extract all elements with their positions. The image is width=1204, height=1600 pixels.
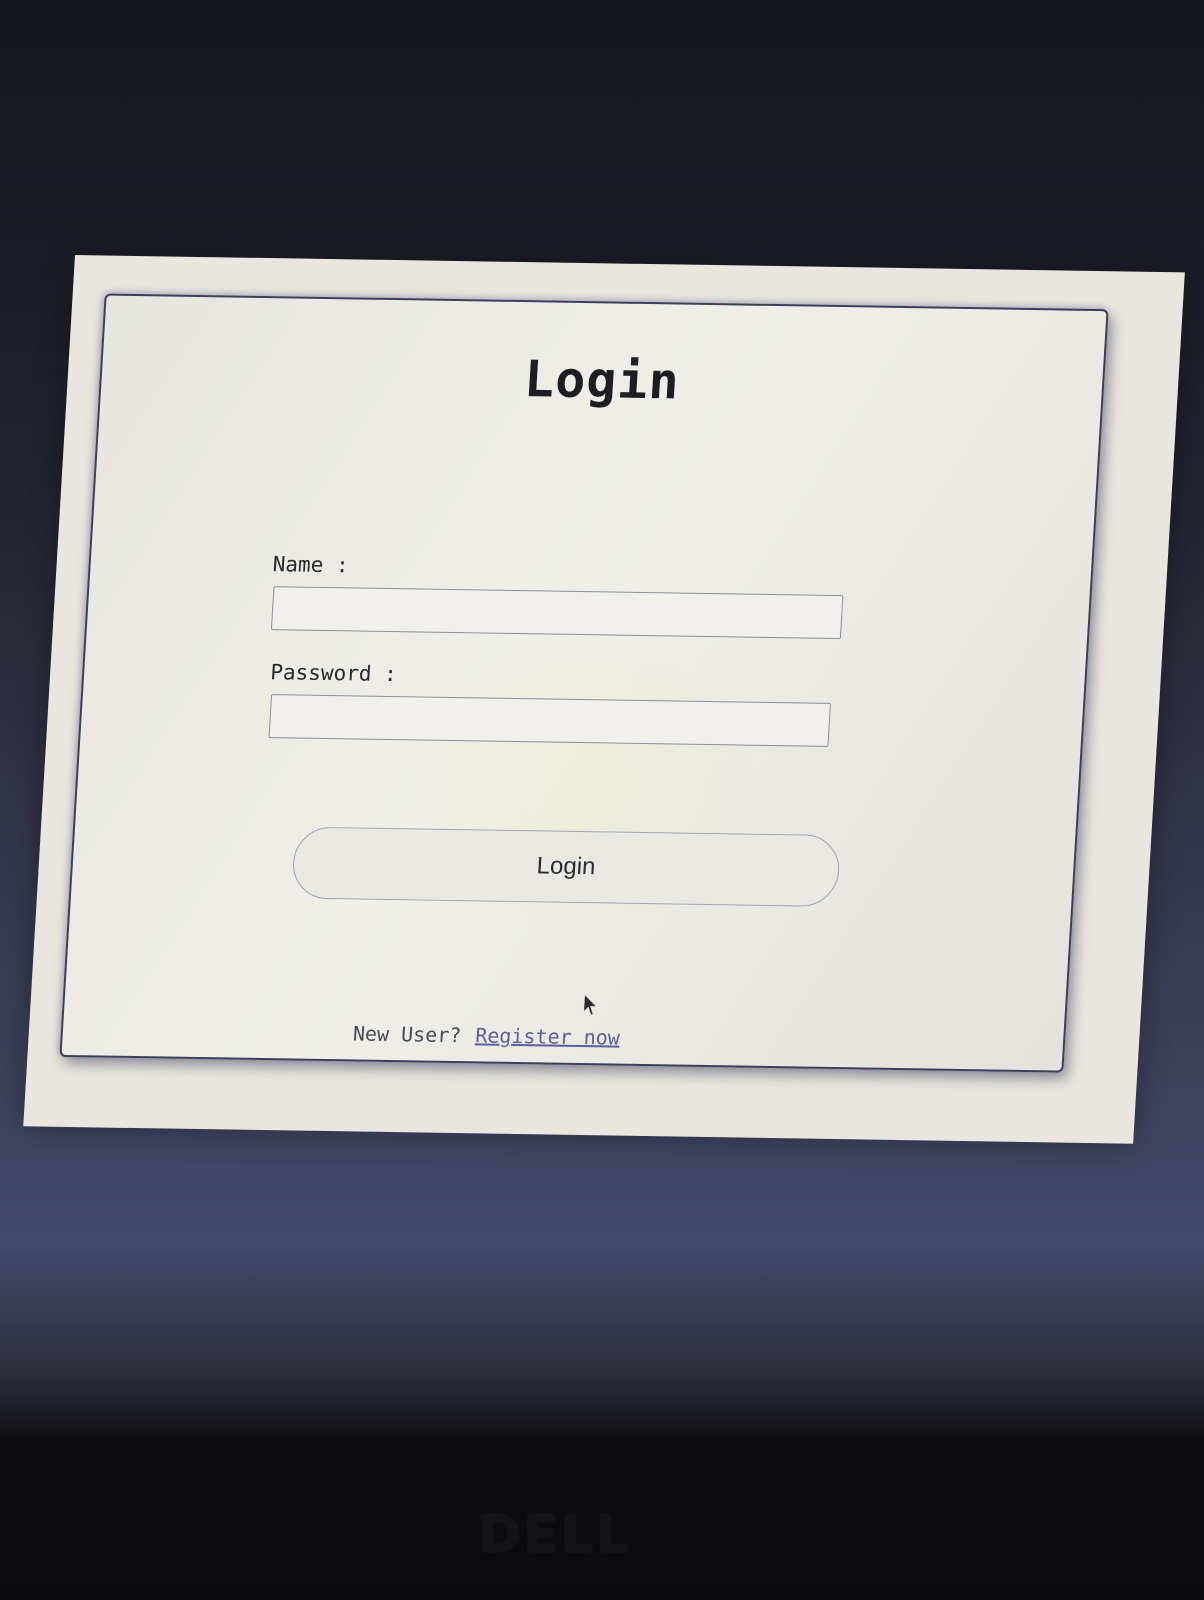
login-button[interactable]: Login [290,826,842,908]
mouse-pointer-icon [582,993,599,1016]
screen-page: Login Name : Password : Login New User? R… [23,255,1185,1144]
password-label: Password : [269,660,398,687]
login-card: Login Name : Password : Login New User? R… [59,293,1109,1073]
new-user-text: New User? [352,1021,463,1048]
photo-background: Login Name : Password : Login New User? R… [0,0,1204,1600]
name-label: Name : [272,552,350,578]
name-input[interactable] [270,586,844,640]
password-input[interactable] [268,694,832,747]
page-title: Login [522,350,682,411]
dell-logo: DELL [478,1505,631,1565]
register-prompt: New User? Register now [352,1021,620,1049]
register-now-link[interactable]: Register now [475,1023,621,1049]
